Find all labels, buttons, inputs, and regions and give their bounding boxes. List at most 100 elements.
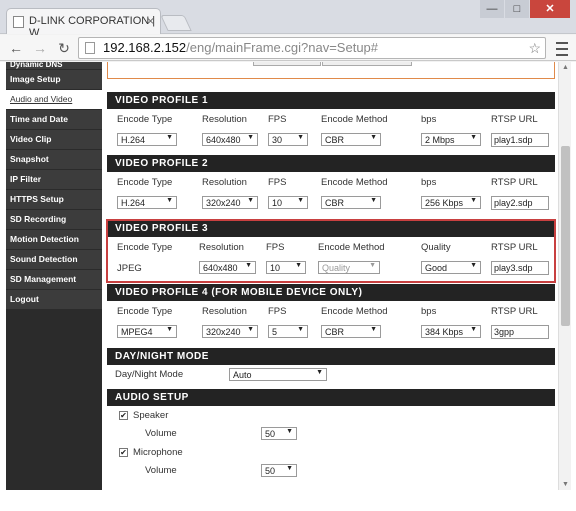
sidebar-item-sound-detection[interactable]: Sound Detection [6, 250, 102, 269]
previous-section-bottom [107, 62, 555, 79]
encode-method-label: Encode Method [321, 177, 388, 188]
back-icon[interactable]: ← [6, 38, 26, 58]
encode-type-select[interactable]: MPEG4 ▼ [117, 325, 177, 338]
section-title: VIDEO PROFILE 4 (FOR MOBILE DEVICE ONLY) [107, 284, 555, 301]
resolution-select[interactable]: 320x240 ▼ [202, 196, 258, 209]
microphone-volume-select[interactable]: 50 ▼ [261, 464, 297, 477]
rtsp-url-input[interactable]: play3.sdp [491, 261, 549, 275]
page-favicon-icon [13, 16, 24, 28]
page-icon [85, 42, 95, 54]
bps-select[interactable]: 384 Kbps ▼ [421, 325, 481, 338]
menu-icon[interactable] [553, 38, 571, 58]
fps-select[interactable]: 10 ▼ [266, 261, 306, 274]
encode-type-label: Encode Type [117, 242, 173, 253]
speaker-checkbox[interactable]: ✔ [119, 411, 128, 420]
maximize-button[interactable]: □ [505, 0, 529, 18]
section-title: AUDIO SETUP [107, 389, 555, 406]
scrolled-button[interactable] [322, 62, 412, 66]
sidebar-item-time-and-date[interactable]: Time and Date [6, 110, 102, 129]
sidebar-item-sd-management[interactable]: SD Management [6, 270, 102, 289]
microphone-checkbox[interactable]: ✔ [119, 448, 128, 457]
sidebar-item-motion-detection[interactable]: Motion Detection [6, 230, 102, 249]
fps-select[interactable]: 10 ▼ [268, 196, 308, 209]
encode-method-select[interactable]: CBR ▼ [321, 325, 381, 338]
bps-label: bps [421, 177, 437, 188]
encode-method-select: Quality ▼ [318, 261, 380, 274]
encode-type-label: Encode Type [117, 177, 173, 188]
speaker-volume-label: Volume [145, 428, 177, 439]
rtsp-url-input[interactable]: play1.sdp [491, 133, 549, 147]
scroll-down-icon[interactable]: ▼ [559, 481, 572, 488]
encode-type-label: Encode Type [117, 114, 173, 125]
quality-label: Quality [421, 242, 451, 253]
settings-panel: VIDEO PROFILE 1 Encode Type Resolution F… [106, 62, 556, 511]
microphone-label: Microphone [133, 447, 183, 458]
day-night-section: DAY/NIGHT MODE Day/Night Mode Auto ▼ [107, 348, 555, 384]
scrollbar-thumb[interactable] [561, 146, 570, 326]
resolution-select[interactable]: 640x480 ▼ [202, 133, 258, 146]
video-profile-2: VIDEO PROFILE 2 Encode Type Resolution F… [107, 155, 555, 214]
section-title: VIDEO PROFILE 3 [107, 220, 555, 237]
window-close-button[interactable]: ✕ [530, 0, 570, 18]
audio-setup-section: AUDIO SETUP ✔ Speaker Volume 50 ▼ ✔ Micro… [107, 389, 555, 480]
encode-method-select[interactable]: CBR ▼ [321, 196, 381, 209]
resolution-select[interactable]: 320x240 ▼ [202, 325, 258, 338]
rtsp-url-input[interactable]: 3gpp [491, 325, 549, 339]
bps-label: bps [421, 306, 437, 317]
section-title: DAY/NIGHT MODE [107, 348, 555, 365]
browser-toolbar: ← → ↻ 192.168.2.152/eng/mainFrame.cgi?na… [0, 35, 576, 61]
rtsp-url-label: RTSP URL [491, 177, 538, 188]
day-night-mode-label: Day/Night Mode [115, 369, 184, 380]
encode-type-select[interactable]: H.264 ▼ [117, 133, 177, 146]
star-icon[interactable]: ☆ [528, 38, 541, 58]
encode-type-value: JPEG [117, 263, 142, 274]
video-profile-3: VIDEO PROFILE 3 Encode Type Resolution F… [106, 219, 556, 283]
sidebar-item-audio-and-video[interactable]: Audio and Video [6, 90, 102, 109]
scroll-up-icon[interactable]: ▲ [559, 64, 572, 71]
url-path: /eng/mainFrame.cgi?nav=Setup# [186, 40, 379, 55]
sidebar-item-dynamic-dns[interactable]: Dynamic DNS [6, 62, 102, 69]
rtsp-url-label: RTSP URL [491, 114, 538, 125]
browser-tab-strip: D-LINK CORPORATION | W × — □ ✕ [0, 0, 576, 39]
page-scrollbar[interactable]: ▲ ▼ [558, 62, 571, 490]
encode-method-label: Encode Method [321, 306, 388, 317]
reload-icon[interactable]: ↻ [54, 38, 74, 58]
bps-select[interactable]: 256 Kbps ▼ [421, 196, 481, 209]
rtsp-url-input[interactable]: play2.sdp [491, 196, 549, 210]
browser-tab[interactable]: D-LINK CORPORATION | W × [6, 8, 161, 39]
sidebar-item-https-setup[interactable]: HTTPS Setup [6, 190, 102, 209]
microphone-volume-label: Volume [145, 465, 177, 476]
encode-method-select[interactable]: CBR ▼ [321, 133, 381, 146]
sidebar-item-video-clip[interactable]: Video Clip [6, 130, 102, 149]
bps-label: bps [421, 114, 437, 125]
bps-select[interactable]: 2 Mbps ▼ [421, 133, 481, 146]
section-title: VIDEO PROFILE 2 [107, 155, 555, 172]
address-bar[interactable]: 192.168.2.152/eng/mainFrame.cgi?nav=Setu… [78, 37, 546, 59]
minimize-button[interactable]: — [480, 0, 504, 18]
section-title: VIDEO PROFILE 1 [107, 92, 555, 109]
sidebar-item-image-setup[interactable]: Image Setup [6, 70, 102, 89]
scrolled-button[interactable] [253, 62, 321, 66]
sidebar-item-ip-filter[interactable]: IP Filter [6, 170, 102, 189]
url-host: 192.168.2.152 [103, 40, 187, 55]
forward-icon[interactable]: → [30, 38, 50, 58]
speaker-volume-select[interactable]: 50 ▼ [261, 427, 297, 440]
fps-select[interactable]: 5 ▼ [268, 325, 308, 338]
fps-select[interactable]: 30 ▼ [268, 133, 308, 146]
resolution-select[interactable]: 640x480 ▼ [199, 261, 256, 274]
encode-method-label: Encode Method [321, 114, 388, 125]
rtsp-url-label: RTSP URL [491, 242, 538, 253]
encode-type-select[interactable]: H.264 ▼ [117, 196, 177, 209]
sidebar-item-snapshot[interactable]: Snapshot [6, 150, 102, 169]
resolution-label: Resolution [199, 242, 244, 253]
page-content: Dynamic DNS Image Setup Audio and Video … [0, 62, 576, 511]
tab-close-icon[interactable]: × [147, 14, 154, 28]
video-profile-4: VIDEO PROFILE 4 (FOR MOBILE DEVICE ONLY)… [107, 284, 555, 343]
fps-label: FPS [266, 242, 285, 253]
day-night-mode-select[interactable]: Auto ▼ [229, 368, 327, 381]
quality-select[interactable]: Good ▼ [421, 261, 481, 274]
resolution-label: Resolution [202, 306, 247, 317]
new-tab-button[interactable] [160, 15, 192, 31]
sidebar-item-sd-recording[interactable]: SD Recording [6, 210, 102, 229]
sidebar-item-logout[interactable]: Logout [6, 290, 102, 309]
